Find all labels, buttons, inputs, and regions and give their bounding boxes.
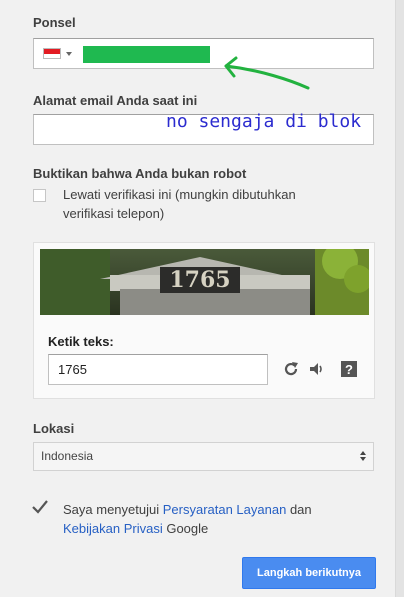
terms-suffix: Google: [162, 521, 209, 536]
terms-checkbox[interactable]: [31, 499, 49, 515]
refresh-icon[interactable]: [282, 360, 300, 378]
help-icon[interactable]: ?: [340, 360, 358, 378]
chevron-down-icon: [66, 51, 72, 56]
robot-heading: Buktikan bahwa Anda bukan robot: [33, 166, 247, 181]
window-edge: [395, 0, 404, 597]
redaction-block: [83, 46, 210, 63]
phone-field[interactable]: [33, 38, 374, 69]
select-arrows-icon: [360, 451, 366, 461]
location-label: Lokasi: [33, 421, 75, 436]
indonesia-flag-icon: [43, 48, 61, 59]
annotation-text: no sengaja di blok: [166, 111, 362, 132]
captcha-label: Ketik teks:: [48, 334, 114, 349]
next-step-button[interactable]: Langkah berikutnya: [242, 557, 376, 589]
captcha-input[interactable]: 1765: [48, 354, 268, 385]
svg-text:?: ?: [345, 362, 353, 377]
captcha-image-text: 1765: [169, 267, 230, 293]
skip-verification-checkbox[interactable]: [33, 189, 46, 202]
privacy-policy-link[interactable]: Kebijakan Privasi: [63, 521, 163, 536]
country-selector[interactable]: [34, 39, 78, 68]
terms-prefix: Saya menyetujui: [63, 502, 163, 517]
audio-icon[interactable]: [308, 360, 326, 378]
terms-of-service-link[interactable]: Persyaratan Layanan: [163, 502, 287, 517]
captcha-panel: 1765 Ketik teks: 1765 ?: [33, 242, 375, 399]
location-select[interactable]: Indonesia: [33, 442, 374, 471]
skip-line-2: verifikasi telepon): [63, 206, 165, 221]
captcha-image: 1765: [40, 249, 369, 315]
location-selected: Indonesia: [41, 449, 94, 463]
terms-text: Saya menyetujui Persyaratan Layanan dan …: [63, 500, 363, 538]
annotation-arrow: [224, 56, 310, 90]
terms-middle: dan: [286, 502, 312, 517]
email-label: Alamat email Anda saat ini: [33, 93, 198, 108]
phone-label: Ponsel: [33, 15, 76, 30]
skip-line-1: Lewati verifikasi ini (mungkin dibutuhka…: [63, 187, 296, 202]
skip-verification-label: Lewati verifikasi ini (mungkin dibutuhka…: [63, 185, 296, 223]
